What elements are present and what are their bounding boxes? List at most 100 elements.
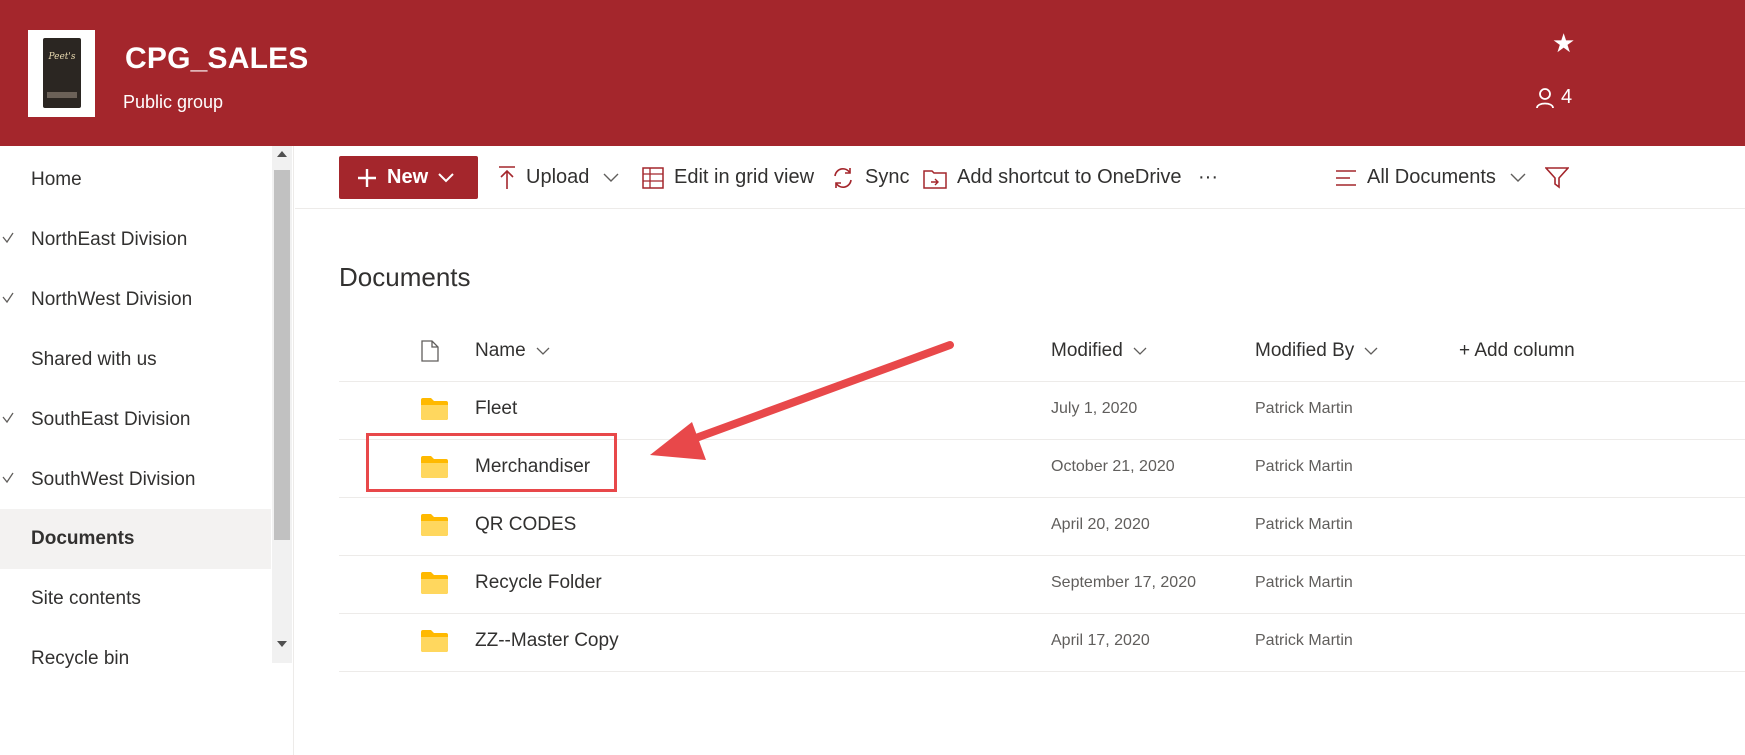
- grid-icon: [642, 166, 664, 189]
- modified-by[interactable]: Patrick Martin: [1255, 516, 1353, 534]
- chevron-down-icon: [1510, 173, 1526, 182]
- view-selector[interactable]: All Documents: [1335, 156, 1526, 199]
- nav-item-label: SouthEast Division: [31, 409, 191, 430]
- new-button-label: New: [387, 166, 429, 188]
- members-button[interactable]: 4: [1535, 86, 1572, 109]
- nav-item-site-contents[interactable]: Site contents: [0, 569, 271, 629]
- folder-icon: [421, 572, 448, 594]
- nav-item-label: NorthEast Division: [31, 229, 188, 250]
- upload-button[interactable]: Upload: [498, 156, 619, 199]
- star-icon[interactable]: ★: [1552, 30, 1575, 56]
- file-name-link[interactable]: Recycle Folder: [475, 572, 602, 594]
- file-name-link[interactable]: QR CODES: [475, 514, 576, 536]
- person-icon: [1536, 87, 1554, 108]
- column-header-label: Modified By: [1255, 340, 1355, 361]
- column-header-label: Name: [475, 340, 526, 361]
- table-row[interactable]: Recycle Folder September 17, 2020 Patric…: [339, 556, 1745, 614]
- nav-item-label: Site contents: [31, 588, 141, 609]
- modified-by[interactable]: Patrick Martin: [1255, 458, 1353, 476]
- table-row[interactable]: QR CODES April 20, 2020 Patrick Martin: [339, 498, 1745, 556]
- modified-by[interactable]: Patrick Martin: [1255, 400, 1353, 418]
- coffee-package-image: Peet's: [43, 38, 81, 108]
- column-header-label: Modified: [1051, 340, 1123, 361]
- sync-button[interactable]: Sync: [831, 156, 909, 199]
- nav-item-northwest-division[interactable]: NorthWest Division: [0, 270, 271, 330]
- list-view-icon: [1336, 169, 1356, 186]
- nav-item-southwest-division[interactable]: SouthWest Division: [0, 450, 271, 510]
- chevron-down-icon: [536, 347, 550, 355]
- folder-icon: [421, 630, 448, 652]
- table-row[interactable]: Fleet July 1, 2020 Patrick Martin: [339, 382, 1745, 440]
- more-icon: ···: [1198, 166, 1218, 188]
- modified-date: July 1, 2020: [1051, 400, 1138, 417]
- site-logo[interactable]: Peet's: [28, 30, 95, 117]
- upload-icon: [499, 165, 515, 189]
- chevron-down-icon: [1364, 347, 1378, 355]
- column-header-name[interactable]: Name: [475, 340, 550, 362]
- chevron-down-icon: [438, 172, 454, 182]
- members-count: 4: [1561, 86, 1573, 108]
- nav-item-northeast-division[interactable]: NorthEast Division: [0, 210, 271, 270]
- modified-date: April 17, 2020: [1051, 632, 1150, 649]
- upload-button-label: Upload: [526, 166, 590, 188]
- nav-item-southeast-division[interactable]: SouthEast Division: [0, 390, 271, 450]
- folder-icon: [421, 514, 448, 536]
- sync-icon: [834, 167, 852, 188]
- nav-item-label: NorthWest Division: [31, 289, 193, 310]
- chevron-right-icon[interactable]: [2, 472, 14, 484]
- nav-item-home[interactable]: Home: [0, 150, 271, 210]
- page-title: Documents: [339, 262, 471, 292]
- column-header-modified[interactable]: Modified: [1051, 340, 1147, 362]
- add-shortcut-label: Add shortcut to OneDrive: [957, 166, 1182, 188]
- chevron-down-icon: [603, 173, 619, 182]
- scroll-down-arrow-icon[interactable]: [272, 640, 292, 658]
- command-bar: New Upload Edit in grid view Sync Add sh…: [295, 146, 1745, 209]
- edit-grid-view-label: Edit in grid view: [674, 166, 815, 188]
- list-header: Name Modified Modified By + Add column: [339, 325, 1745, 382]
- file-name-link[interactable]: ZZ--Master Copy: [475, 630, 619, 652]
- logo-brand-text: Peet's: [48, 52, 76, 62]
- shortcut-icon: [923, 169, 947, 189]
- document-type-icon[interactable]: [421, 340, 439, 362]
- column-header-modified-by[interactable]: Modified By: [1255, 340, 1378, 362]
- annotation-highlight-box: [366, 433, 617, 492]
- nav-scrollbar-thumb[interactable]: [274, 170, 290, 540]
- scroll-up-arrow-icon[interactable]: [272, 150, 292, 168]
- folder-icon: [421, 398, 448, 420]
- left-navigation: Home NorthEast Division NorthWest Divisi…: [0, 146, 294, 755]
- add-shortcut-button[interactable]: Add shortcut to OneDrive: [923, 156, 1182, 199]
- filter-icon: [1545, 166, 1569, 189]
- sync-button-label: Sync: [865, 166, 910, 188]
- modified-date: September 17, 2020: [1051, 574, 1196, 591]
- site-title[interactable]: CPG_SALES: [125, 42, 309, 76]
- nav-item-recycle-bin[interactable]: Recycle bin: [0, 629, 271, 689]
- nav-item-label: Recycle bin: [31, 648, 130, 669]
- modified-by[interactable]: Patrick Martin: [1255, 574, 1353, 592]
- file-name-link[interactable]: Fleet: [475, 398, 517, 420]
- add-column-button[interactable]: + Add column: [1459, 340, 1575, 362]
- chevron-down-icon: [1133, 347, 1147, 355]
- chevron-right-icon[interactable]: [2, 232, 14, 244]
- modified-by[interactable]: Patrick Martin: [1255, 632, 1353, 650]
- nav-item-documents[interactable]: Documents: [0, 509, 271, 569]
- plus-icon: [358, 168, 376, 187]
- add-column-label: + Add column: [1459, 340, 1575, 361]
- annotation-arrow-icon: [650, 341, 954, 460]
- site-subtitle: Public group: [123, 92, 224, 112]
- logo-stripe: [47, 92, 77, 98]
- site-header: Peet's CPG_SALES Public group ★ 4: [0, 0, 1745, 146]
- new-button[interactable]: New: [339, 156, 478, 199]
- nav-item-label: Documents: [31, 528, 135, 549]
- edit-grid-view-button[interactable]: Edit in grid view: [642, 156, 814, 199]
- chevron-right-icon[interactable]: [2, 412, 14, 424]
- chevron-right-icon[interactable]: [2, 292, 14, 304]
- more-options-button[interactable]: ···: [1198, 156, 1218, 199]
- nav-item-label: Home: [31, 169, 82, 190]
- view-selector-label: All Documents: [1367, 166, 1496, 188]
- modified-date: April 20, 2020: [1051, 516, 1150, 533]
- table-row[interactable]: ZZ--Master Copy April 17, 2020 Patrick M…: [339, 614, 1745, 672]
- nav-item-label: Shared with us: [31, 349, 157, 370]
- nav-item-shared-with-us[interactable]: Shared with us: [0, 330, 271, 390]
- modified-date: October 21, 2020: [1051, 458, 1175, 475]
- filter-button[interactable]: [1545, 156, 1569, 199]
